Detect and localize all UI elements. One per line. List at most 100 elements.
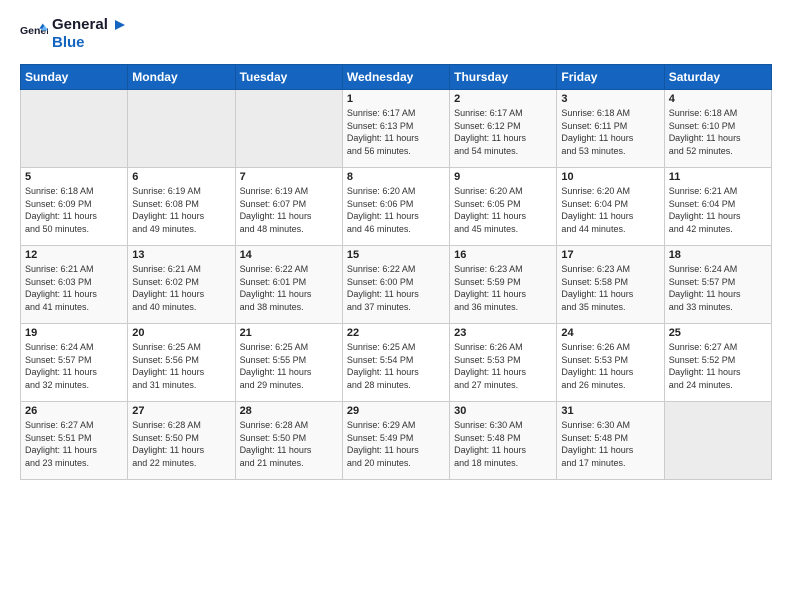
day-number: 22 (347, 327, 445, 339)
day-info: Sunrise: 6:26 AMSunset: 5:53 PMDaylight:… (561, 341, 659, 391)
day-info: Sunrise: 6:28 AMSunset: 5:50 PMDaylight:… (132, 419, 230, 469)
day-cell: 9 Sunrise: 6:20 AMSunset: 6:05 PMDaylight… (450, 168, 557, 246)
weekday-sunday: Sunday (21, 65, 128, 90)
day-cell: 14 Sunrise: 6:22 AMSunset: 6:01 PMDayligh… (235, 246, 342, 324)
day-number: 8 (347, 171, 445, 183)
day-info: Sunrise: 6:17 AMSunset: 6:13 PMDaylight:… (347, 107, 445, 157)
day-info: Sunrise: 6:21 AMSunset: 6:04 PMDaylight:… (669, 185, 767, 235)
day-cell: 12Sunrise: 6:21 AMSunset: 6:03 PMDayligh… (21, 246, 128, 324)
day-cell: 25 Sunrise: 6:27 AMSunset: 5:52 PMDayligh… (664, 324, 771, 402)
day-info: Sunrise: 6:23 AMSunset: 5:59 PMDaylight:… (454, 263, 552, 313)
day-cell: 20Sunrise: 6:25 AMSunset: 5:56 PMDayligh… (128, 324, 235, 402)
day-cell: 7 Sunrise: 6:19 AMSunset: 6:07 PMDaylight… (235, 168, 342, 246)
day-number: 9 (454, 171, 552, 183)
day-cell: 10 Sunrise: 6:20 AMSunset: 6:04 PMDayligh… (557, 168, 664, 246)
day-number: 17 (561, 249, 659, 261)
page: General General Blue SundayMondayTuesday… (0, 0, 792, 612)
weekday-thursday: Thursday (450, 65, 557, 90)
day-number: 16 (454, 249, 552, 261)
logo: General General Blue (20, 16, 127, 52)
week-row-4: 19 Sunrise: 6:24 AMSunset: 5:57 PMDayligh… (21, 324, 772, 402)
day-number: 14 (240, 249, 338, 261)
day-number: 27 (132, 405, 230, 417)
day-number: 31 (561, 405, 659, 417)
day-cell (664, 402, 771, 480)
day-cell: 22Sunrise: 6:25 AMSunset: 5:54 PMDayligh… (342, 324, 449, 402)
day-info: Sunrise: 6:29 AMSunset: 5:49 PMDaylight:… (347, 419, 445, 469)
day-info: Sunrise: 6:27 AMSunset: 5:52 PMDaylight:… (669, 341, 767, 391)
day-number: 2 (454, 93, 552, 105)
day-info: Sunrise: 6:18 AMSunset: 6:11 PMDaylight:… (561, 107, 659, 157)
day-info: Sunrise: 6:21 AMSunset: 6:03 PMDaylight:… (25, 263, 123, 313)
calendar-table: SundayMondayTuesdayWednesdayThursdayFrid… (20, 64, 772, 480)
day-number: 6 (132, 171, 230, 183)
day-cell: 30 Sunrise: 6:30 AMSunset: 5:48 PMDayligh… (450, 402, 557, 480)
day-cell: 17Sunrise: 6:23 AMSunset: 5:58 PMDayligh… (557, 246, 664, 324)
day-info: Sunrise: 6:24 AMSunset: 5:57 PMDaylight:… (669, 263, 767, 313)
day-cell: 19 Sunrise: 6:24 AMSunset: 5:57 PMDayligh… (21, 324, 128, 402)
day-cell: 4Sunrise: 6:18 AMSunset: 6:10 PMDaylight… (664, 90, 771, 168)
day-info: Sunrise: 6:26 AMSunset: 5:53 PMDaylight:… (454, 341, 552, 391)
day-info: Sunrise: 6:20 AMSunset: 6:05 PMDaylight:… (454, 185, 552, 235)
day-info: Sunrise: 6:24 AMSunset: 5:57 PMDaylight:… (25, 341, 123, 391)
day-info: Sunrise: 6:19 AMSunset: 6:07 PMDaylight:… (240, 185, 338, 235)
day-number: 23 (454, 327, 552, 339)
day-cell (21, 90, 128, 168)
day-number: 10 (561, 171, 659, 183)
day-number: 26 (25, 405, 123, 417)
day-cell: 13 Sunrise: 6:21 AMSunset: 6:02 PMDayligh… (128, 246, 235, 324)
calendar-body: 1 Sunrise: 6:17 AMSunset: 6:13 PMDaylight… (21, 90, 772, 480)
day-number: 13 (132, 249, 230, 261)
day-number: 19 (25, 327, 123, 339)
day-number: 30 (454, 405, 552, 417)
day-info: Sunrise: 6:21 AMSunset: 6:02 PMDaylight:… (132, 263, 230, 313)
day-cell: 23 Sunrise: 6:26 AMSunset: 5:53 PMDayligh… (450, 324, 557, 402)
day-info: Sunrise: 6:18 AMSunset: 6:09 PMDaylight:… (25, 185, 123, 235)
day-info: Sunrise: 6:20 AMSunset: 6:06 PMDaylight:… (347, 185, 445, 235)
day-cell: 26 Sunrise: 6:27 AMSunset: 5:51 PMDayligh… (21, 402, 128, 480)
day-number: 4 (669, 93, 767, 105)
day-cell: 24 Sunrise: 6:26 AMSunset: 5:53 PMDayligh… (557, 324, 664, 402)
day-cell: 1 Sunrise: 6:17 AMSunset: 6:13 PMDaylight… (342, 90, 449, 168)
day-cell: 27 Sunrise: 6:28 AMSunset: 5:50 PMDayligh… (128, 402, 235, 480)
day-number: 7 (240, 171, 338, 183)
day-number: 18 (669, 249, 767, 261)
day-cell: 3Sunrise: 6:18 AMSunset: 6:11 PMDaylight… (557, 90, 664, 168)
day-number: 29 (347, 405, 445, 417)
day-cell (128, 90, 235, 168)
day-info: Sunrise: 6:25 AMSunset: 5:55 PMDaylight:… (240, 341, 338, 391)
day-cell: 21Sunrise: 6:25 AMSunset: 5:55 PMDayligh… (235, 324, 342, 402)
day-cell: 15Sunrise: 6:22 AMSunset: 6:00 PMDayligh… (342, 246, 449, 324)
day-info: Sunrise: 6:30 AMSunset: 5:48 PMDaylight:… (454, 419, 552, 469)
logo-icon: General (20, 20, 48, 48)
logo-chevron (113, 18, 127, 32)
day-cell: 8 Sunrise: 6:20 AMSunset: 6:06 PMDaylight… (342, 168, 449, 246)
day-number: 20 (132, 327, 230, 339)
day-info: Sunrise: 6:28 AMSunset: 5:50 PMDaylight:… (240, 419, 338, 469)
day-cell: 2Sunrise: 6:17 AMSunset: 6:12 PMDaylight… (450, 90, 557, 168)
day-number: 1 (347, 93, 445, 105)
day-number: 28 (240, 405, 338, 417)
weekday-wednesday: Wednesday (342, 65, 449, 90)
day-cell: 6Sunrise: 6:19 AMSunset: 6:08 PMDaylight… (128, 168, 235, 246)
weekday-header-row: SundayMondayTuesdayWednesdayThursdayFrid… (21, 65, 772, 90)
day-number: 5 (25, 171, 123, 183)
day-cell: 31 Sunrise: 6:30 AMSunset: 5:48 PMDayligh… (557, 402, 664, 480)
day-number: 24 (561, 327, 659, 339)
header: General General Blue (20, 16, 772, 52)
day-info: Sunrise: 6:30 AMSunset: 5:48 PMDaylight:… (561, 419, 659, 469)
day-cell: 18 Sunrise: 6:24 AMSunset: 5:57 PMDayligh… (664, 246, 771, 324)
day-cell (235, 90, 342, 168)
day-number: 25 (669, 327, 767, 339)
week-row-1: 1 Sunrise: 6:17 AMSunset: 6:13 PMDaylight… (21, 90, 772, 168)
day-cell: 5 Sunrise: 6:18 AMSunset: 6:09 PMDaylight… (21, 168, 128, 246)
day-cell: 11Sunrise: 6:21 AMSunset: 6:04 PMDayligh… (664, 168, 771, 246)
day-cell: 16 Sunrise: 6:23 AMSunset: 5:59 PMDayligh… (450, 246, 557, 324)
weekday-saturday: Saturday (664, 65, 771, 90)
day-info: Sunrise: 6:22 AMSunset: 6:01 PMDaylight:… (240, 263, 338, 313)
weekday-friday: Friday (557, 65, 664, 90)
day-cell: 29 Sunrise: 6:29 AMSunset: 5:49 PMDayligh… (342, 402, 449, 480)
day-info: Sunrise: 6:20 AMSunset: 6:04 PMDaylight:… (561, 185, 659, 235)
day-info: Sunrise: 6:27 AMSunset: 5:51 PMDaylight:… (25, 419, 123, 469)
logo-text: General Blue (52, 16, 127, 52)
